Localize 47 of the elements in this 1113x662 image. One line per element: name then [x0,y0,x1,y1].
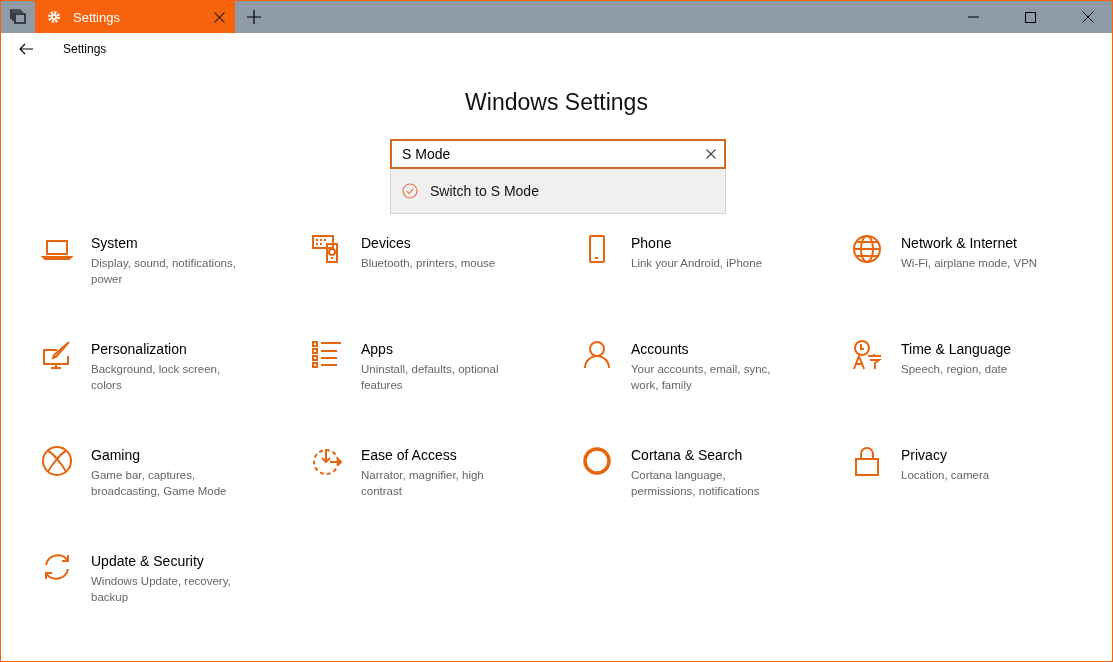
category-title[interactable]: Gaming [91,447,253,463]
category-description: Your accounts, email, sync, work, family [631,362,772,393]
category-description: Cortana language, permissions, notifications [631,468,761,499]
category-title[interactable]: Personalization [91,341,253,357]
category-description: Display, sound, notifications, power [91,256,237,287]
category-description: Game bar, captures, broadcasting, Game Mode [91,468,228,499]
category-title[interactable]: System [91,235,253,251]
list-icon[interactable] [311,339,343,371]
category-title[interactable]: Time & Language [901,341,1063,357]
category-title[interactable]: Cortana & Search [631,447,793,463]
globe-icon[interactable] [851,233,883,265]
category-title[interactable]: Update & Security [91,553,253,569]
category-description: Location, camera [901,468,991,483]
category-description: Uninstall, defaults, optional features [361,362,500,393]
search-field[interactable]: S Mode [390,139,726,169]
category-title[interactable]: Ease of Access [361,447,523,463]
back-arrow-icon[interactable] [19,43,33,55]
xbox-icon[interactable] [41,445,73,477]
tab-label: Settings [73,9,121,25]
category-title[interactable]: Devices [361,235,523,251]
close-icon[interactable] [1082,11,1094,23]
category-title[interactable]: Phone [631,235,793,251]
ring-icon[interactable] [581,445,613,477]
category-description: Bluetooth, printers, mouse [361,256,497,271]
clock-language-icon[interactable] [851,339,883,371]
category-description: Background, lock screen, colors [91,362,222,393]
person-icon[interactable] [581,339,613,371]
header-title: Settings [63,42,107,56]
category-title[interactable]: Network & Internet [901,235,1063,251]
page-title: Windows Settings [464,89,649,117]
plus-icon[interactable] [247,10,261,24]
category-description: Narrator, magnifier, high contrast [361,468,485,499]
category-title[interactable]: Accounts [631,341,793,357]
monitor-brush-icon[interactable] [41,339,73,371]
tabs-overview-icon[interactable] [10,9,26,25]
category-description: Windows Update, recovery, backup [91,574,232,605]
clear-icon[interactable] [706,149,716,159]
check-circle-icon [402,183,418,199]
category-title[interactable]: Apps [361,341,523,357]
gear-icon [47,10,61,24]
category-description: Link your Android, iPhone [631,256,764,271]
close-icon[interactable] [214,11,225,23]
maximize-icon[interactable] [1025,11,1036,23]
category-description: Speech, region, date [901,362,1009,377]
category-title[interactable]: Privacy [901,447,1063,463]
category-description: Wi-Fi, airplane mode, VPN [901,256,1039,271]
search-suggestion[interactable]: Switch to S Mode [391,169,725,213]
